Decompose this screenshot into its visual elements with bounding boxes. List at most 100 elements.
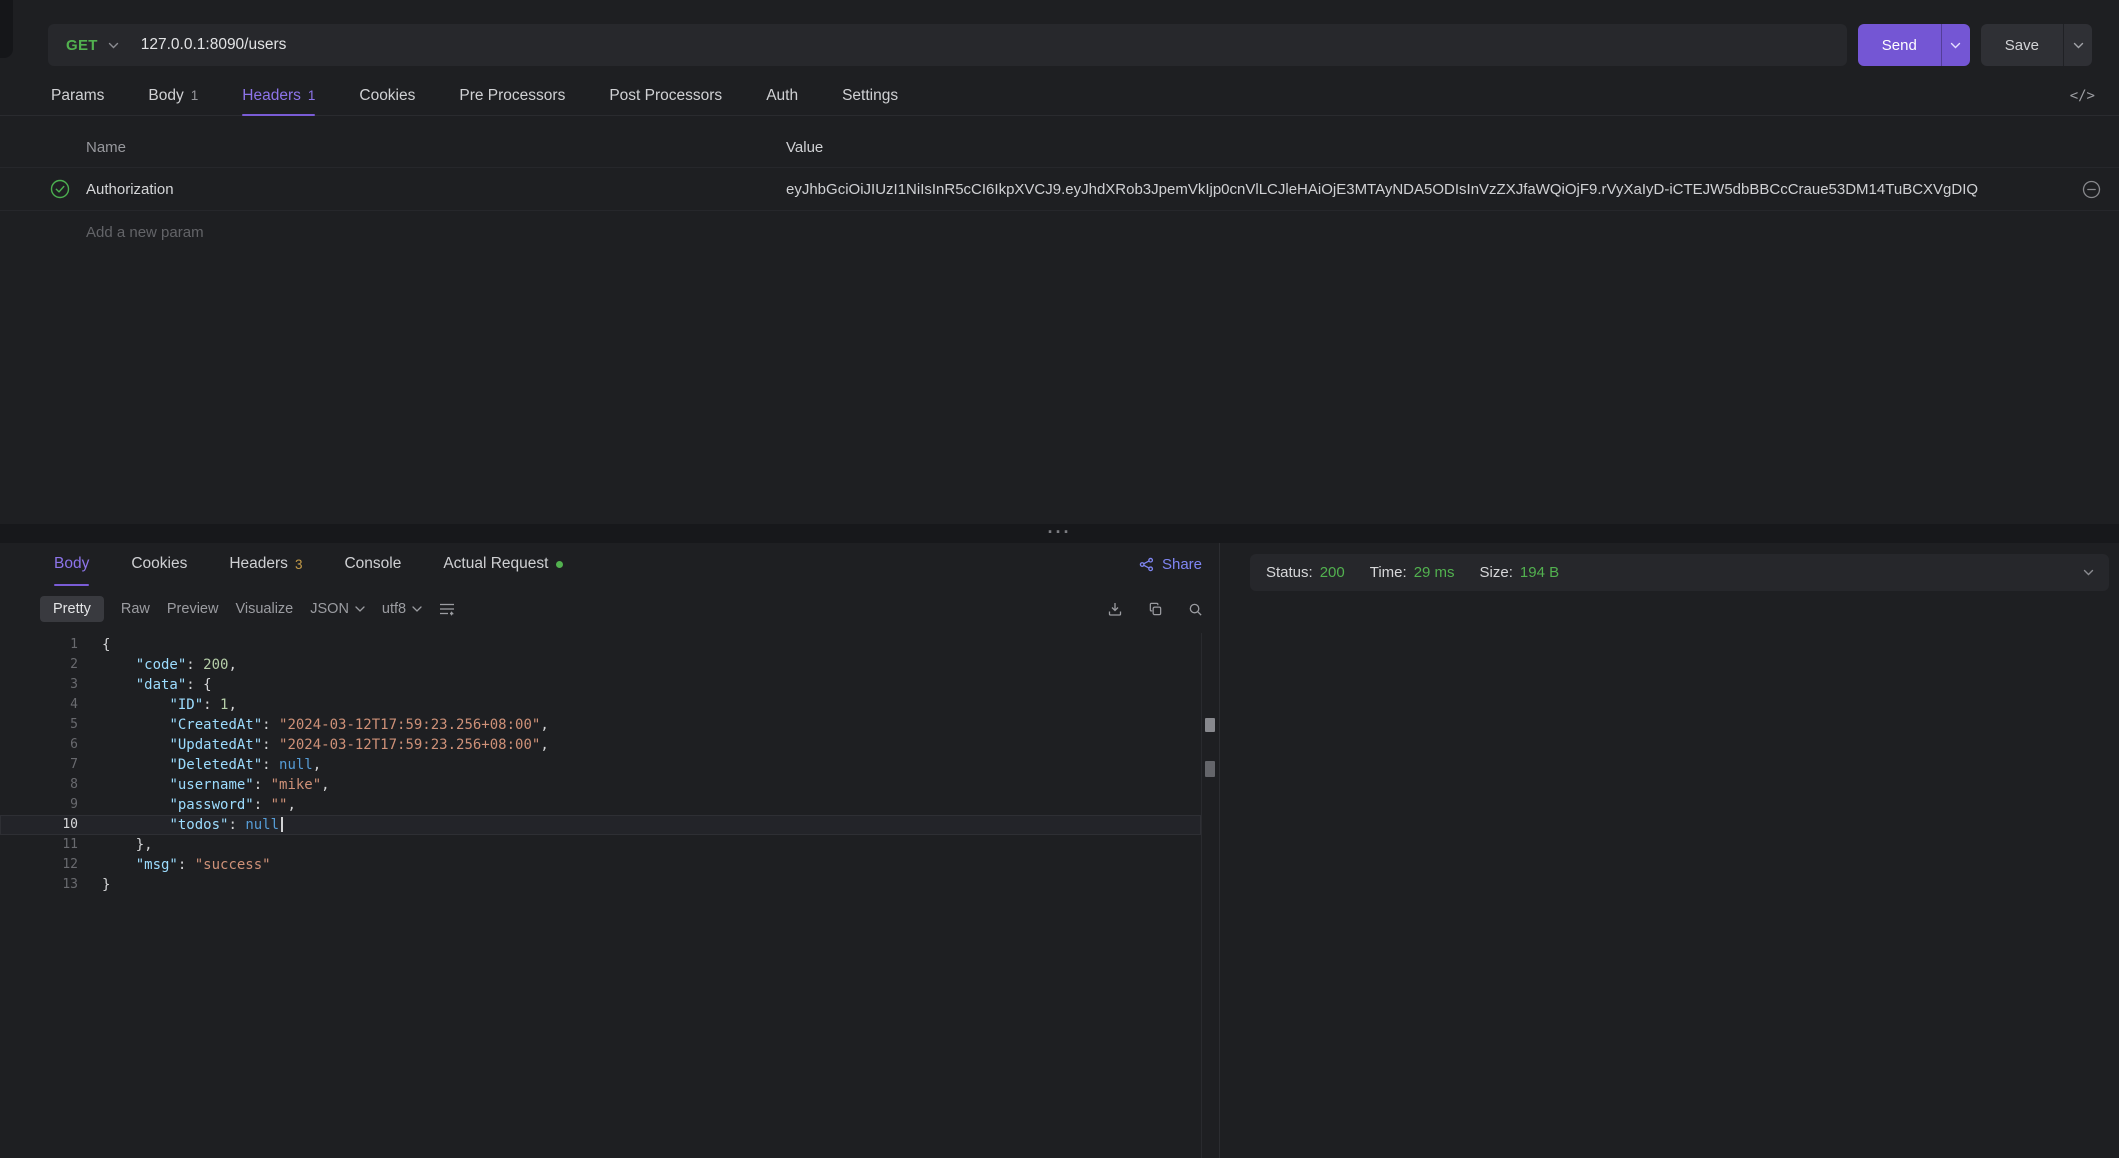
code-line-12[interactable]: 12 "msg": "success" — [0, 855, 1201, 875]
status-label: Status: — [1266, 564, 1313, 581]
response-body-editor[interactable]: 1{2 "code": 200,3 "data": {4 "ID": 1,5 "… — [0, 633, 1202, 1158]
line-content: "CreatedAt": "2024-03-12T17:59:23.256+08… — [78, 715, 549, 735]
line-number: 12 — [0, 855, 78, 875]
chevron-down-icon — [2083, 569, 2094, 576]
code-line-9[interactable]: 9 "password": "", — [0, 795, 1201, 815]
tab-label: Cookies — [131, 555, 187, 573]
format-select[interactable]: JSON — [310, 601, 365, 617]
tab-response-console[interactable]: Console — [344, 543, 401, 585]
tab-label: Headers — [229, 555, 288, 573]
code-line-7[interactable]: 7 "DeletedAt": null, — [0, 755, 1201, 775]
encoding-label: utf8 — [382, 601, 406, 617]
header-name-field[interactable]: Authorization — [86, 181, 786, 198]
tab-count: 1 — [191, 88, 199, 103]
add-param-row[interactable]: Add a new param — [0, 211, 2119, 253]
code-line-8[interactable]: 8 "username": "mike", — [0, 775, 1201, 795]
save-button-group: Save — [1981, 24, 2092, 66]
wrap-lines-icon[interactable] — [439, 602, 455, 616]
search-response-icon[interactable] — [1188, 602, 1203, 617]
line-content: "password": "", — [78, 795, 296, 815]
code-line-13[interactable]: 13} — [0, 875, 1201, 895]
line-content: { — [78, 635, 110, 655]
line-content: "data": { — [78, 675, 212, 695]
column-header-value: Value — [786, 139, 2101, 156]
header-value-field[interactable]: eyJhbGciOiJIUzI1NiIsInR5cCI6IkpXVCJ9.eyJ… — [786, 181, 2070, 198]
tab-pre-processors[interactable]: Pre Processors — [459, 76, 565, 115]
tab-actual-request[interactable]: Actual Request — [443, 543, 563, 585]
download-response-icon[interactable] — [1107, 601, 1123, 617]
response-meta-bar: Status: 200 Time: 29 ms Size: 194 B — [1250, 554, 2109, 591]
collapse-meta-icon[interactable] — [2083, 569, 2094, 576]
code-line-2[interactable]: 2 "code": 200, — [0, 655, 1201, 675]
status-value: 200 — [1320, 564, 1345, 581]
send-button[interactable]: Send — [1858, 24, 1941, 66]
tab-response-body[interactable]: Body — [54, 543, 89, 585]
tab-headers[interactable]: Headers1 — [242, 76, 315, 115]
encoding-select[interactable]: utf8 — [382, 601, 422, 617]
line-number: 3 — [0, 675, 78, 695]
response-tabs: Body Cookies Headers 3 Console Actual Req… — [0, 543, 1219, 585]
tab-settings[interactable]: Settings — [842, 76, 898, 115]
size-label: Size: — [1480, 564, 1513, 581]
chevron-down-icon — [2073, 42, 2084, 49]
code-line-6[interactable]: 6 "UpdatedAt": "2024-03-12T17:59:23.256+… — [0, 735, 1201, 755]
line-number: 7 — [0, 755, 78, 775]
code-line-10[interactable]: 10 "todos": null — [0, 815, 1201, 835]
tab-label: Cookies — [359, 87, 415, 105]
send-options-button[interactable] — [1941, 24, 1970, 66]
method-select[interactable]: GET — [66, 37, 119, 54]
tab-count: 3 — [295, 557, 303, 572]
view-preview-button[interactable]: Preview — [167, 596, 219, 622]
view-pretty-button[interactable]: Pretty — [40, 596, 104, 622]
scrollbar-mark — [1205, 718, 1215, 732]
send-button-group: Send — [1858, 24, 1970, 66]
code-line-4[interactable]: 4 "ID": 1, — [0, 695, 1201, 715]
time-value: 29 ms — [1414, 564, 1455, 581]
code-line-11[interactable]: 11 }, — [0, 835, 1201, 855]
generate-code-icon[interactable]: </> — [2070, 88, 2095, 104]
url-input[interactable]: 127.0.0.1:8090/users — [141, 36, 287, 54]
code-lines: 1{2 "code": 200,3 "data": {4 "ID": 1,5 "… — [0, 635, 1201, 895]
line-content: } — [78, 875, 110, 895]
line-content: "DeletedAt": null, — [78, 755, 321, 775]
code-line-5[interactable]: 5 "CreatedAt": "2024-03-12T17:59:23.256+… — [0, 715, 1201, 735]
disable-header-icon[interactable] — [2082, 180, 2101, 199]
tab-label: Pre Processors — [459, 87, 565, 105]
line-content: "UpdatedAt": "2024-03-12T17:59:23.256+08… — [78, 735, 549, 755]
pane-splitter[interactable]: ··· — [0, 524, 2119, 543]
share-label: Share — [1162, 556, 1202, 573]
response-body-toolbar: Pretty Raw Preview Visualize JSON utf8 — [0, 585, 1219, 633]
api-client-window: GET 127.0.0.1:8090/users Send Save Param… — [0, 0, 2119, 1158]
tab-cookies[interactable]: Cookies — [359, 76, 415, 115]
share-button[interactable]: Share — [1139, 556, 1202, 573]
table-row[interactable]: Authorization eyJhbGciOiJIUzI1NiIsInR5cC… — [0, 168, 2119, 211]
response-viewer-pane: Body Cookies Headers 3 Console Actual Req… — [0, 543, 1220, 1158]
code-line-1[interactable]: 1{ — [0, 635, 1201, 655]
view-visualize-button[interactable]: Visualize — [235, 596, 293, 622]
tab-label: Settings — [842, 87, 898, 105]
tab-post-processors[interactable]: Post Processors — [609, 76, 722, 115]
tab-auth[interactable]: Auth — [766, 76, 798, 115]
line-number: 1 — [0, 635, 78, 655]
view-raw-button[interactable]: Raw — [121, 596, 150, 622]
column-header-name: Name — [86, 139, 786, 156]
tab-label: Body — [54, 555, 89, 573]
tab-label: Console — [344, 555, 401, 573]
line-content: "ID": 1, — [78, 695, 237, 715]
line-number: 8 — [0, 775, 78, 795]
save-button[interactable]: Save — [1981, 24, 2063, 66]
time-label: Time: — [1370, 564, 1407, 581]
response-body-actions — [1107, 601, 1203, 617]
tab-response-cookies[interactable]: Cookies — [131, 543, 187, 585]
code-line-3[interactable]: 3 "data": { — [0, 675, 1201, 695]
line-number: 6 — [0, 735, 78, 755]
tab-body[interactable]: Body1 — [148, 76, 198, 115]
tab-response-headers[interactable]: Headers 3 — [229, 543, 302, 585]
header-enabled-cell[interactable] — [50, 179, 86, 199]
editor-overview-ruler[interactable] — [1205, 633, 1216, 1158]
tab-params[interactable]: Params — [51, 76, 104, 115]
save-options-button[interactable] — [2063, 24, 2092, 66]
copy-response-icon[interactable] — [1148, 602, 1163, 617]
chevron-down-icon — [355, 606, 365, 612]
url-bar[interactable]: GET 127.0.0.1:8090/users — [48, 24, 1847, 66]
